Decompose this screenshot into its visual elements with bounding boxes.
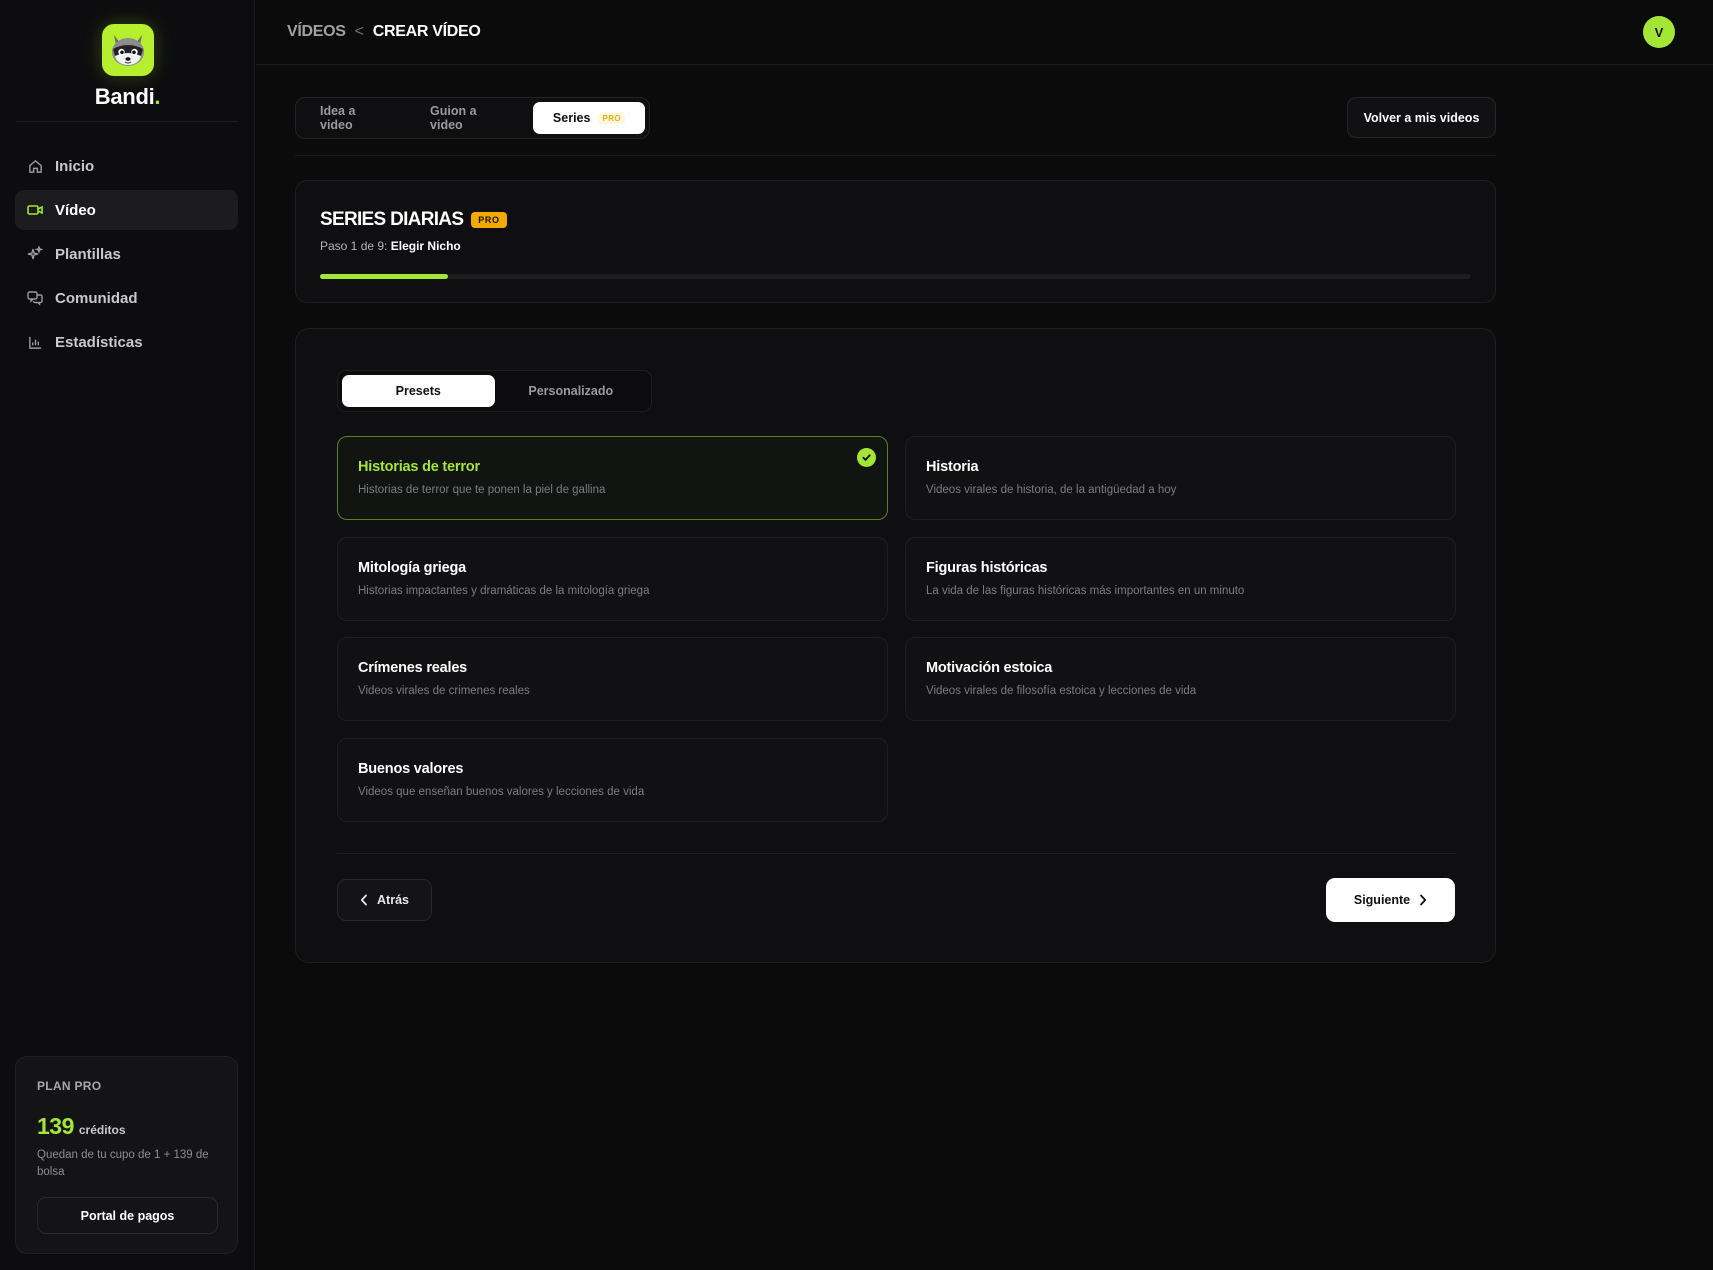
raccoon-logo-icon [101, 24, 154, 76]
back-to-my-videos-button[interactable]: Volver a mis videos [1347, 97, 1496, 138]
step-name: Elegir Nicho [390, 239, 461, 253]
back-button-label: Atrás [377, 893, 409, 907]
sidebar-item-label: Comunidad [55, 289, 138, 307]
tab-series[interactable]: Series PRO [532, 102, 645, 134]
preset-description: Videos virales de filosofía estoica y le… [926, 685, 1197, 697]
plan-credits: 139 créditos [37, 1113, 126, 1140]
home-icon [27, 158, 43, 174]
preset-mode-tabs: Presets Personalizado [337, 370, 652, 412]
series-title: SERIES DIARIAS [320, 209, 464, 230]
sidebar-item-inicio[interactable]: Inicio [15, 146, 238, 186]
tab-series-label: Series [552, 111, 591, 125]
video-icon [27, 202, 43, 218]
next-button[interactable]: Siguiente [1326, 878, 1455, 922]
niche-selection-panel: Presets Personalizado Historias de terro… [295, 328, 1496, 963]
sidebar-item-label: Plantillas [55, 245, 121, 263]
check-icon [857, 448, 876, 467]
preset-card[interactable]: Historia Videos virales de historia, de … [905, 436, 1456, 520]
credits-count: 139 [37, 1113, 74, 1139]
breadcrumb-separator: < [354, 23, 364, 40]
sidebar-item-video[interactable]: Vídeo [15, 190, 238, 230]
chevron-right-icon [1420, 894, 1427, 906]
plan-title: PLAN PRO [37, 1079, 102, 1093]
top-divider [295, 155, 1496, 156]
brand-logo[interactable]: Bandi. [0, 0, 255, 122]
plan-card: PLAN PRO 139 créditos Quedan de tu cupo … [15, 1056, 238, 1254]
step-progress-fill [320, 274, 448, 279]
brand-name: Bandi. [94, 84, 161, 109]
panel-divider [337, 853, 1456, 854]
tab-presets[interactable]: Presets [342, 375, 495, 407]
preset-card[interactable]: Figuras históricas La vida de las figura… [905, 537, 1456, 621]
breadcrumb: VÍDEOS < CREAR VÍDEO [287, 23, 481, 41]
chevron-left-icon [360, 894, 367, 906]
tab-idea-a-video[interactable]: Idea a video [300, 102, 410, 134]
preset-title: Crímenes reales [358, 660, 468, 676]
preset-title: Mitología griega [358, 560, 466, 576]
series-title-row: SERIES DIARIAS PRO [320, 209, 507, 231]
user-avatar[interactable]: V [1643, 16, 1675, 48]
preset-card[interactable]: Historias de terror Historias de terror … [337, 436, 888, 520]
sidebar-item-comunidad[interactable]: Comunidad [15, 278, 238, 318]
step-progress-track [320, 274, 1471, 279]
preset-title: Buenos valores [358, 761, 464, 777]
step-prefix: Paso 1 de 9: [320, 239, 388, 253]
step-indicator: Paso 1 de 9: Elegir Nicho [320, 239, 461, 253]
breadcrumb-current: CREAR VÍDEO [372, 23, 481, 40]
next-button-label: Siguiente [1353, 893, 1411, 907]
preset-card[interactable]: Crímenes reales Videos virales de crimen… [337, 637, 888, 721]
preset-title: Figuras históricas [926, 560, 1048, 576]
chat-icon [27, 290, 43, 306]
back-button[interactable]: Atrás [337, 879, 432, 921]
breadcrumb-videos[interactable]: VÍDEOS [287, 23, 346, 41]
sidebar-item-plantillas[interactable]: Plantillas [15, 234, 238, 274]
sidebar-nav: Inicio Vídeo Plantillas Comunidad Estadí… [15, 146, 238, 366]
preset-card[interactable]: Motivación estoica Videos virales de fil… [905, 637, 1456, 721]
series-header-card: SERIES DIARIAS PRO Paso 1 de 9: Elegir N… [295, 180, 1496, 303]
preset-description: Videos virales de crimenes reales [358, 685, 530, 697]
pro-mini-badge: PRO [598, 112, 625, 124]
preset-card[interactable]: Mitología griega Historias impactantes y… [337, 537, 888, 621]
plan-description: Quedan de tu cupo de 1 + 139 de bolsa [37, 1149, 209, 1178]
preset-description: Videos virales de historia, de la antigü… [926, 484, 1177, 496]
credits-unit: créditos [78, 1123, 126, 1137]
sidebar: Bandi. Inicio Vídeo Plantillas Comunidad… [0, 0, 255, 1270]
top-header: VÍDEOS < CREAR VÍDEO [256, 0, 1713, 65]
mode-tabs: Idea a video Guion a video Series PRO [295, 97, 650, 139]
tab-personalizado[interactable]: Personalizado [495, 375, 648, 407]
preset-card[interactable]: Buenos valores Videos que enseñan buenos… [337, 738, 888, 822]
sidebar-item-label: Vídeo [55, 201, 96, 219]
logo-divider [16, 121, 238, 122]
sidebar-item-estadisticas[interactable]: Estadísticas [15, 322, 238, 362]
bar-chart-icon [27, 334, 43, 350]
preset-description: Videos que enseñan buenos valores y lecc… [358, 786, 645, 798]
preset-title: Historias de terror [358, 459, 480, 475]
preset-description: Historias de terror que te ponen la piel… [358, 484, 606, 496]
pro-badge: PRO [471, 212, 507, 228]
preset-title: Historia [926, 459, 979, 475]
preset-description: Historias impactantes y dramáticas de la… [358, 585, 650, 597]
sidebar-item-label: Estadísticas [55, 333, 143, 351]
tab-guion-a-video[interactable]: Guion a video [410, 102, 531, 134]
sparkles-icon [27, 246, 43, 262]
preset-title: Motivación estoica [926, 660, 1053, 676]
preset-description: La vida de las figuras históricas más im… [926, 585, 1245, 597]
payment-portal-button[interactable]: Portal de pagos [37, 1197, 218, 1234]
sidebar-item-label: Inicio [55, 157, 95, 175]
